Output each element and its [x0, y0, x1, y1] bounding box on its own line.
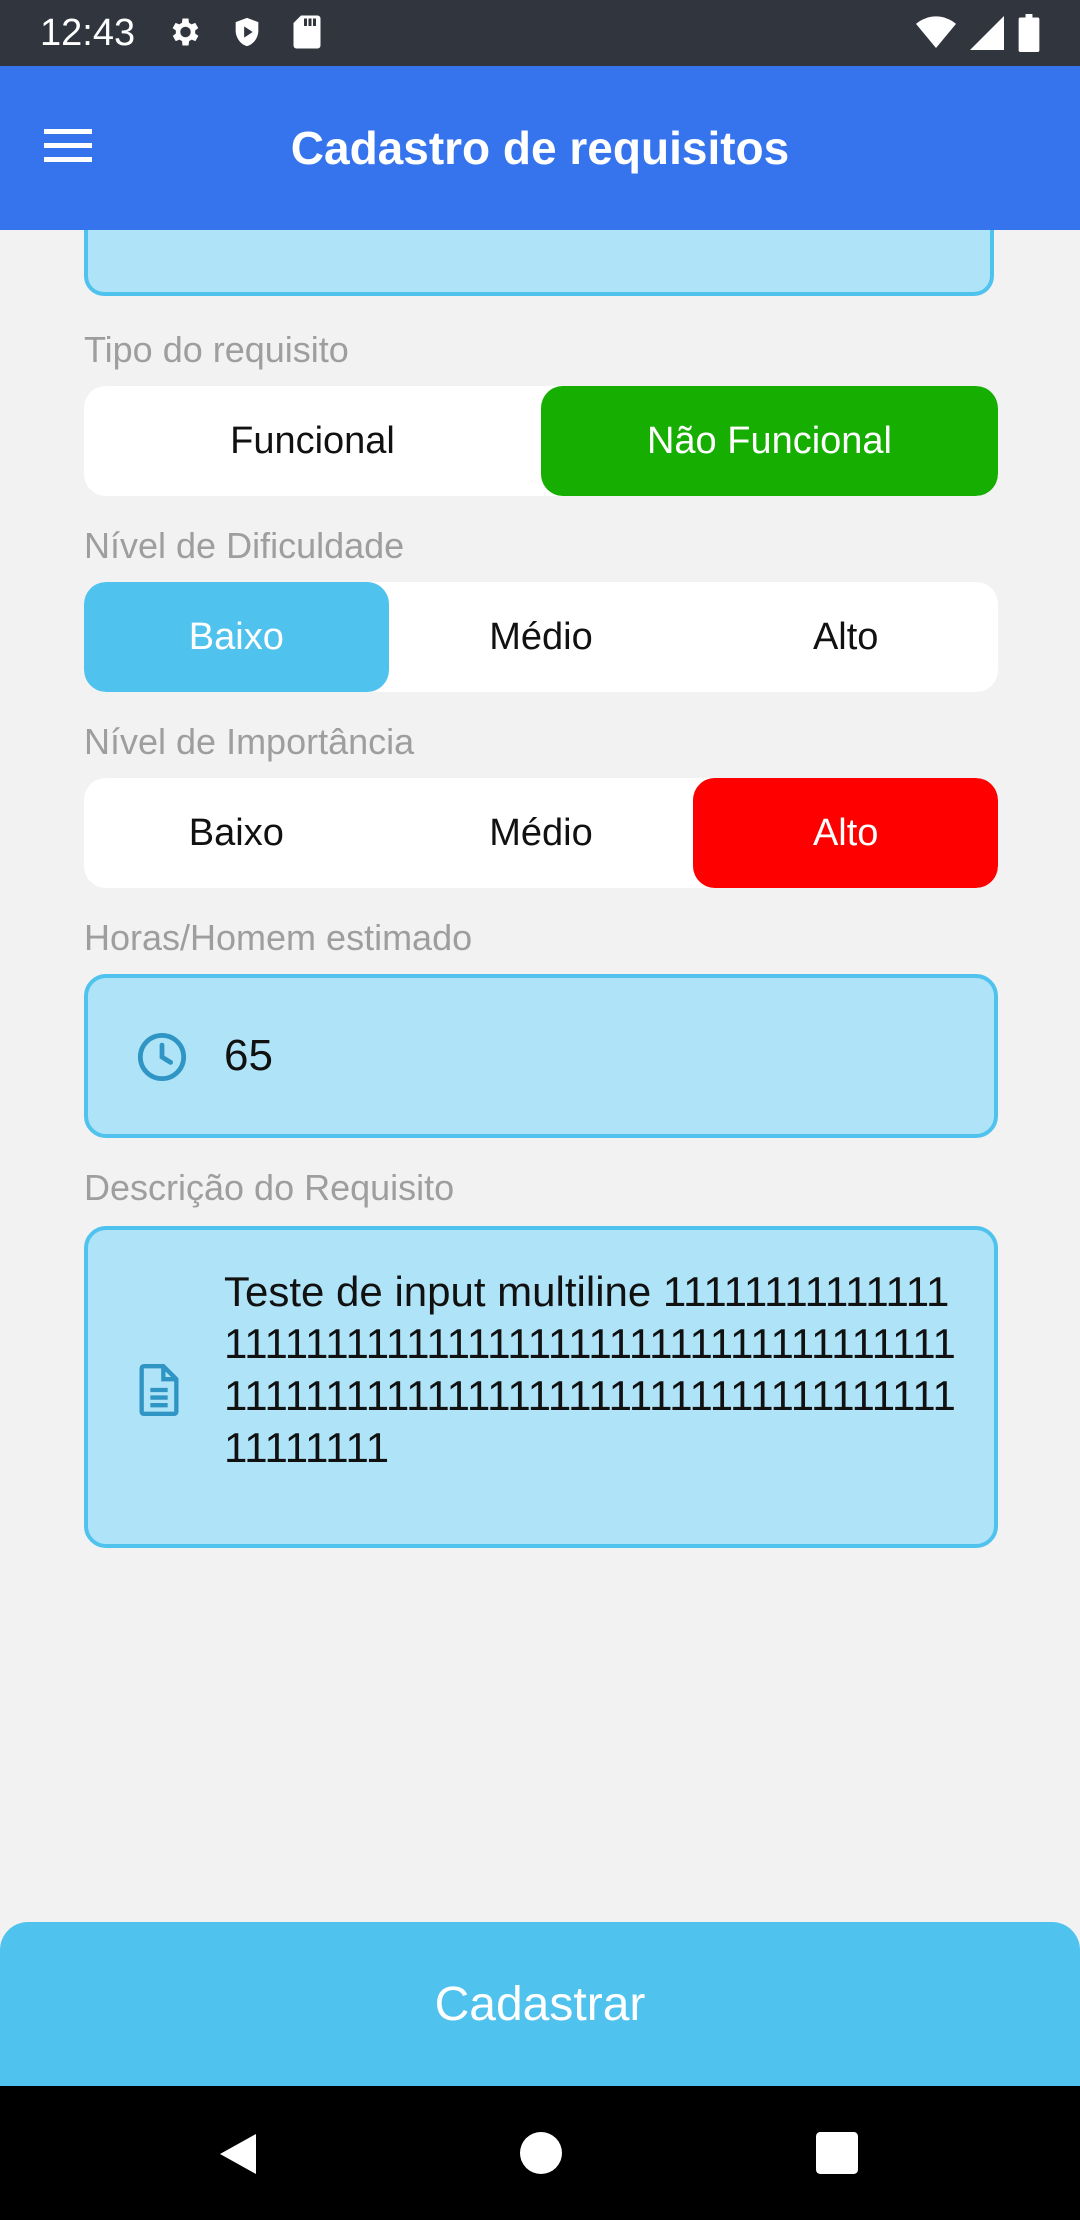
- status-bar: 12:43: [0, 0, 1080, 66]
- recents-icon[interactable]: [816, 2132, 858, 2179]
- wifi-icon: [916, 16, 956, 50]
- dificuldade-option-alto[interactable]: Alto: [693, 582, 998, 692]
- home-icon[interactable]: [520, 2132, 562, 2179]
- dificuldade-label: Nível de Dificuldade: [84, 525, 405, 566]
- previous-input-field[interactable]: [84, 230, 994, 296]
- importancia-option-alto[interactable]: Alto: [693, 778, 998, 888]
- cell-signal-icon: [970, 16, 1004, 50]
- shield-icon: [230, 14, 264, 50]
- importancia-segmented-control: Baixo Médio Alto: [84, 778, 998, 888]
- tipo-label: Tipo do requisito: [84, 329, 349, 370]
- navigation-bar: [0, 2086, 1080, 2220]
- page-title: Cadastro de requisitos: [290, 122, 790, 174]
- descricao-input[interactable]: Teste de input multiline 111111111111111…: [84, 1226, 998, 1548]
- importancia-option-medio[interactable]: Médio: [389, 778, 694, 888]
- horas-input[interactable]: 65: [84, 974, 998, 1138]
- back-icon[interactable]: [216, 2130, 260, 2183]
- clock-icon: [136, 1031, 188, 1088]
- cadastrar-button[interactable]: Cadastrar: [0, 1922, 1080, 2086]
- importancia-option-baixo[interactable]: Baixo: [84, 778, 389, 888]
- tipo-option-funcional[interactable]: Funcional: [84, 386, 541, 496]
- app-bar: Cadastro de requisitos: [0, 66, 1080, 230]
- status-time: 12:43: [40, 12, 136, 54]
- battery-icon: [1018, 14, 1040, 52]
- dificuldade-segmented-control: Baixo Médio Alto: [84, 582, 998, 692]
- dificuldade-option-medio[interactable]: Médio: [389, 582, 694, 692]
- descricao-value: Teste de input multiline 111111111111111…: [224, 1268, 956, 1471]
- importancia-label: Nível de Importância: [84, 721, 415, 762]
- horas-label: Horas/Homem estimado: [84, 917, 473, 958]
- gear-icon: [166, 14, 202, 50]
- sd-card-icon: [292, 14, 322, 50]
- descricao-label: Descrição do Requisito: [84, 1167, 455, 1208]
- document-icon: [136, 1364, 182, 1421]
- horas-value: 65: [224, 1031, 273, 1080]
- dificuldade-option-baixo[interactable]: Baixo: [84, 582, 389, 692]
- tipo-option-nao-funcional[interactable]: Não Funcional: [541, 386, 998, 496]
- tipo-segmented-control: Funcional Não Funcional: [84, 386, 998, 496]
